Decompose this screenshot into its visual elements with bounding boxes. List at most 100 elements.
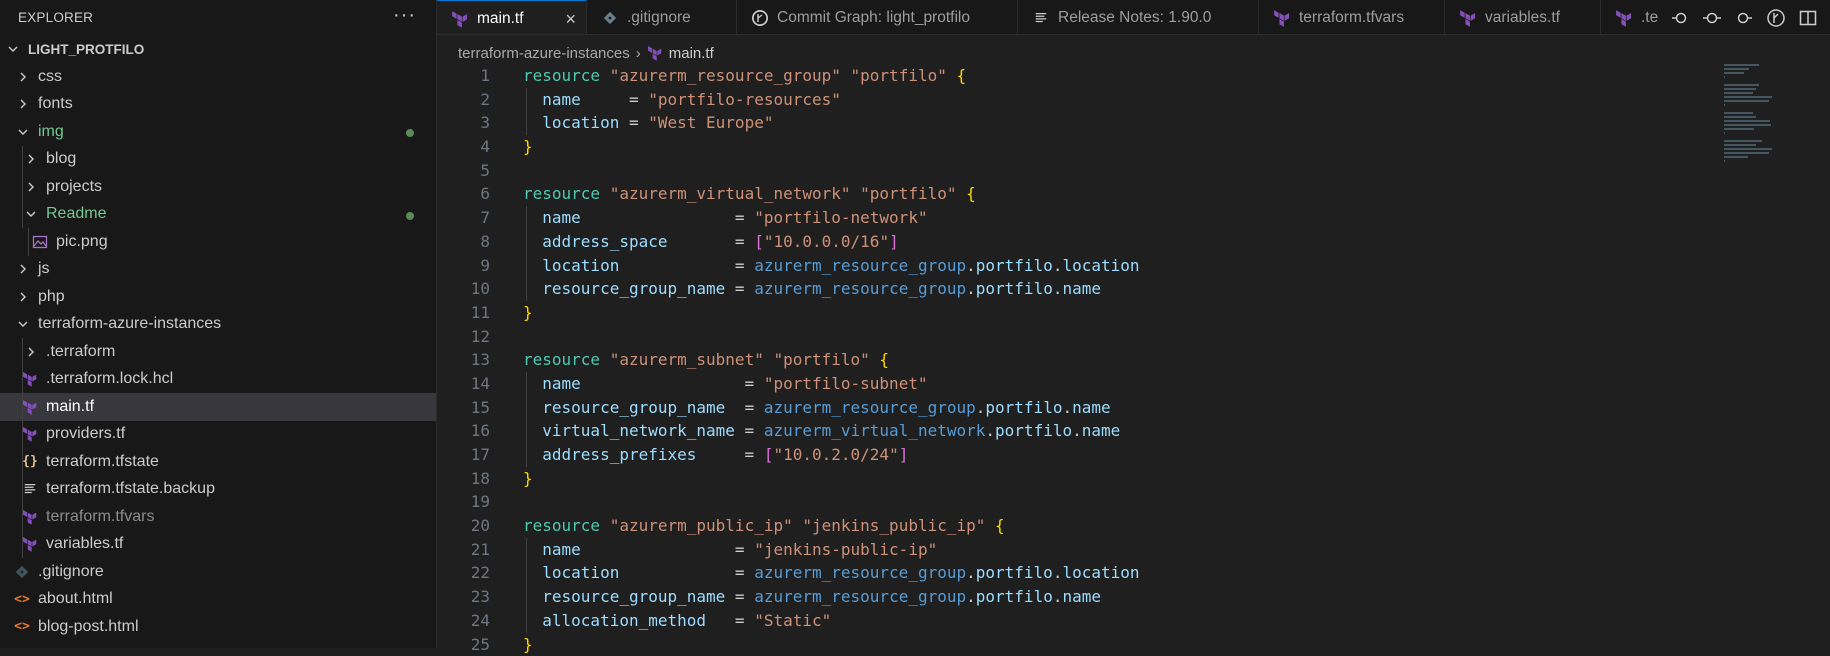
tab-main-tf[interactable]: main.tf × (437, 0, 587, 35)
code-token: . (966, 563, 976, 582)
tree-file[interactable]: <>blog-post.html (0, 613, 436, 641)
indent-guide (526, 88, 527, 135)
tree-file[interactable]: .gitignore (0, 558, 436, 586)
tree-folder[interactable]: terraform-azure-instances (0, 311, 436, 339)
minimap-line (1724, 72, 1744, 74)
editor-actions (1664, 0, 1830, 35)
tab-variables-tf[interactable]: variables.tf (1445, 0, 1601, 35)
code-token: = (706, 611, 754, 630)
code-token: virtual_network_name (542, 421, 735, 440)
tab-release-notes-1-90-0[interactable]: Release Notes: 1.90.0 (1018, 0, 1259, 35)
terraform-icon (22, 536, 38, 552)
code-text: } (523, 135, 533, 159)
tree-file[interactable]: pic.png (0, 228, 436, 256)
code-line: 3 location = "West Europe" (437, 111, 1727, 135)
code-token: } (523, 137, 533, 156)
commit-icon[interactable] (1702, 8, 1722, 28)
code-token: portfilo (995, 421, 1072, 440)
tree-file[interactable]: <> about.html (0, 586, 436, 614)
code-text: resource_group_name = azurerm_resource_g… (523, 396, 1111, 420)
go-forward-icon[interactable] (1734, 8, 1754, 28)
tree-folder[interactable]: projects (0, 173, 436, 201)
tree-folder[interactable]: Readme (0, 201, 436, 229)
minimap[interactable] (1722, 64, 1794, 204)
more-actions-icon[interactable]: ··· (393, 4, 416, 27)
tree-file[interactable]: .terraform.lock.hcl (0, 366, 436, 394)
minimap-line (1724, 148, 1772, 150)
tree-file[interactable]: terraform.tfvars (0, 503, 436, 531)
code-text: resource "azurerm_virtual_network" "port… (523, 182, 976, 206)
line-number: 24 (437, 609, 490, 633)
code-token: = (619, 563, 754, 582)
code-token: = (668, 232, 755, 251)
code-token: { (995, 516, 1005, 535)
go-back-icon[interactable] (1670, 8, 1690, 28)
line-number: 7 (437, 206, 490, 230)
tree-folder[interactable]: css (0, 63, 436, 91)
indent-guide (22, 146, 23, 229)
code-token: "West Europe" (648, 113, 773, 132)
line-number: 8 (437, 230, 490, 254)
code-token: "azurerm_subnet" "portfilo" (610, 350, 880, 369)
code-line: 10 resource_group_name = azurerm_resourc… (437, 277, 1727, 301)
close-icon[interactable]: × (565, 9, 576, 30)
code-token: "azurerm_resource_group" "portfilo" (610, 66, 957, 85)
code-text: } (523, 633, 533, 656)
tab-gitignore[interactable]: .gitignore (587, 0, 737, 35)
tree-file[interactable]: variables.tf (0, 531, 436, 559)
tree-file[interactable]: terraform.tfstate.backup (0, 476, 436, 504)
code-token: name (542, 90, 581, 109)
code-token: name (1072, 398, 1111, 417)
html-code-icon: <> (14, 591, 30, 607)
project-name: LIGHT_PROTFILO (28, 42, 144, 57)
code-text: address_prefixes = ["10.0.2.0/24"] (523, 443, 908, 467)
code-line: 9 location = azurerm_resource_group.port… (437, 254, 1727, 278)
terraform-icon (1273, 9, 1291, 27)
tree-folder[interactable]: fonts (0, 91, 436, 119)
code-editor[interactable]: 1resource "azurerm_resource_group" "port… (437, 64, 1727, 656)
tree-folder[interactable]: img (0, 118, 436, 146)
project-root[interactable]: LIGHT_PROTFILO (0, 35, 436, 63)
tree-item-label: terraform.tfvars (46, 508, 154, 526)
code-token: portfilo (976, 587, 1053, 606)
code-line: 23 resource_group_name = azurerm_resourc… (437, 585, 1727, 609)
chevron-right-icon (16, 291, 30, 303)
tree-folder[interactable]: js (0, 256, 436, 284)
code-token: portfilo (985, 398, 1062, 417)
tree-folder[interactable]: blog (0, 146, 436, 174)
breadcrumb-folder[interactable]: terraform-azure-instances (458, 45, 630, 62)
line-number: 23 (437, 585, 490, 609)
code-token: = (725, 587, 754, 606)
split-editor-icon[interactable] (1798, 8, 1818, 28)
minimap-line (1724, 156, 1748, 158)
line-number: 25 (437, 633, 490, 656)
tree-folder[interactable]: php (0, 283, 436, 311)
tab-terraform-tfvars[interactable]: terraform.tfvars (1259, 0, 1445, 35)
minimap-line (1724, 116, 1756, 118)
tab-commit-graph-light-protfilo[interactable]: Commit Graph: light_protfilo (737, 0, 1018, 35)
code-token: "portfilo-resources" (648, 90, 841, 109)
breadcrumb-file[interactable]: main.tf (669, 45, 714, 62)
line-number: 18 (437, 467, 490, 491)
code-token: azurerm_resource_group (754, 587, 966, 606)
code-token: "portfilo-subnet" (764, 374, 928, 393)
gitlens-icon[interactable] (1766, 8, 1786, 28)
tree-file[interactable]: {}terraform.tfstate (0, 448, 436, 476)
code-text: resource_group_name = azurerm_resource_g… (523, 585, 1101, 609)
code-line: 6resource "azurerm_virtual_network" "por… (437, 182, 1727, 206)
tree-file[interactable]: providers.tf (0, 421, 436, 449)
tree-folder[interactable]: .terraform (0, 338, 436, 366)
tab-label: main.tf (477, 10, 524, 28)
tree-file[interactable]: main.tf (0, 393, 436, 421)
tree-item-label: img (38, 123, 64, 141)
git-icon (14, 564, 30, 580)
code-line: 18} (437, 467, 1727, 491)
modified-indicator (406, 129, 414, 137)
tree-item-label: about.html (38, 590, 113, 608)
tree-item-label: .gitignore (38, 563, 104, 581)
gitlens-icon (751, 9, 769, 27)
indent-guide (22, 338, 23, 558)
terraform-icon (22, 371, 38, 387)
explorer-sidebar: EXPLORER ··· LIGHT_PROTFILO cssfontsimgb… (0, 0, 437, 648)
tree-item-label: pic.png (56, 233, 108, 251)
